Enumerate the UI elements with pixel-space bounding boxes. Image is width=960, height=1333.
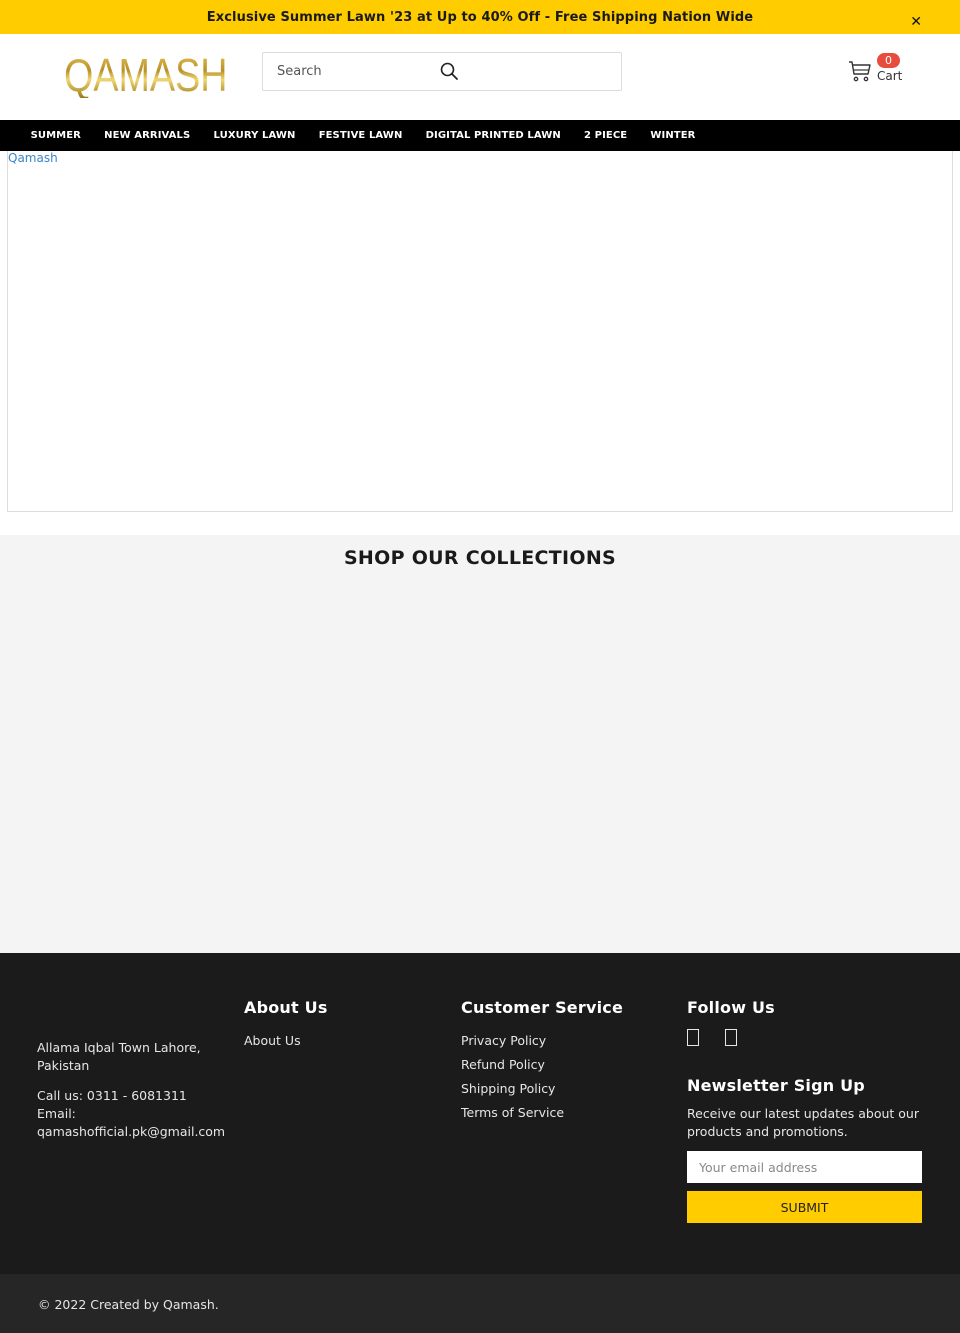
newsletter-heading: Newsletter Sign Up bbox=[687, 1076, 865, 1095]
collections-section: SHOP OUR COLLECTIONS bbox=[0, 535, 960, 953]
cart-icon bbox=[849, 61, 871, 82]
footer-customer-service: Customer Service Privacy Policy Refund P… bbox=[461, 998, 623, 1125]
footer-customer-service-heading: Customer Service bbox=[461, 998, 623, 1017]
footer-link-terms-of-service[interactable]: Terms of Service bbox=[461, 1101, 623, 1125]
hero-banner: Qamash bbox=[7, 151, 953, 512]
nav-item-2-piece[interactable]: 2 PIECE bbox=[572, 130, 638, 141]
footer-follow: Follow Us Newsletter Sign Up Receive our… bbox=[687, 998, 927, 1223]
footer-contact: Allama Iqbal Town Lahore, Pakistan Call … bbox=[37, 1039, 225, 1141]
footer-follow-heading: Follow Us bbox=[687, 998, 775, 1017]
newsletter-description: Receive our latest updates about our pro… bbox=[687, 1106, 919, 1139]
announcement-bar: Exclusive Summer Lawn '23 at Up to 40% O… bbox=[0, 0, 960, 34]
footer-link-about-us[interactable]: About Us bbox=[244, 1029, 328, 1053]
cart-label: Cart bbox=[877, 69, 903, 83]
logo[interactable]: QAMASH bbox=[64, 52, 227, 98]
nav-item-digital-printed-lawn[interactable]: DIGITAL PRINTED LAWN bbox=[414, 130, 572, 141]
footer-address: Allama Iqbal Town Lahore, Pakistan bbox=[37, 1040, 201, 1073]
search-box bbox=[262, 52, 622, 91]
nav-item-summer[interactable]: SUMMER bbox=[19, 130, 93, 141]
main-nav: SUMMER NEW ARRIVALS LUXURY LAWN FESTIVE … bbox=[0, 120, 960, 151]
footer-phone: Call us: 0311 - 6081311 bbox=[37, 1088, 187, 1103]
site-footer: Allama Iqbal Town Lahore, Pakistan Call … bbox=[0, 953, 960, 1274]
newsletter-submit-button[interactable]: SUBMIT bbox=[687, 1191, 922, 1223]
nav-item-winter[interactable]: WINTER bbox=[639, 130, 707, 141]
footer-email[interactable]: qamashofficial.pk@gmail.com bbox=[37, 1123, 225, 1141]
site-header: QAMASH 0 Cart bbox=[0, 34, 960, 120]
social-icons bbox=[687, 1029, 927, 1046]
newsletter-email-input[interactable] bbox=[687, 1151, 922, 1183]
close-icon[interactable]: ✕ bbox=[910, 15, 922, 29]
nav-item-luxury-lawn[interactable]: LUXURY LAWN bbox=[202, 130, 307, 141]
collections-title: SHOP OUR COLLECTIONS bbox=[343, 547, 617, 569]
hero-image-link[interactable]: Qamash bbox=[8, 151, 58, 165]
nav-item-new-arrivals[interactable]: NEW ARRIVALS bbox=[93, 130, 202, 141]
footer-bottom-bar: © 2022 Created by Qamash. bbox=[0, 1274, 960, 1333]
search-icon[interactable] bbox=[439, 61, 459, 81]
facebook-icon[interactable] bbox=[687, 1029, 699, 1046]
footer-about: About Us About Us bbox=[244, 998, 328, 1053]
cart-count-badge: 0 bbox=[877, 53, 900, 68]
footer-about-heading: About Us bbox=[244, 998, 328, 1017]
nav-item-festive-lawn[interactable]: FESTIVE LAWN bbox=[307, 130, 414, 141]
footer-email-label: Email: bbox=[37, 1106, 76, 1121]
footer-link-privacy-policy[interactable]: Privacy Policy bbox=[461, 1029, 623, 1053]
instagram-icon[interactable] bbox=[725, 1029, 737, 1046]
footer-link-refund-policy[interactable]: Refund Policy bbox=[461, 1053, 623, 1077]
copyright-text: © 2022 Created by Qamash. bbox=[38, 1297, 219, 1312]
cart-button[interactable]: 0 Cart bbox=[848, 52, 908, 92]
announcement-text: Exclusive Summer Lawn '23 at Up to 40% O… bbox=[206, 9, 754, 25]
footer-link-shipping-policy[interactable]: Shipping Policy bbox=[461, 1077, 623, 1101]
